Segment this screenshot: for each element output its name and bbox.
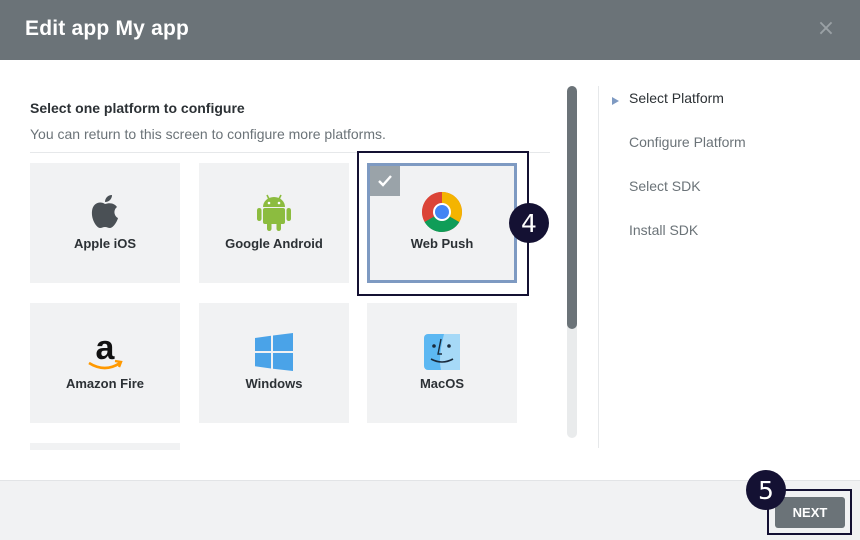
finder-icon [367, 331, 517, 373]
section-subtitle: You can return to this screen to configu… [30, 126, 386, 142]
modal-header: Edit app My app × [0, 0, 860, 60]
platform-tile-macos[interactable]: MacOS [367, 303, 517, 423]
annotation-badge: 4 [509, 203, 549, 243]
modal-footer [0, 480, 860, 540]
platform-tile-apple-ios[interactable]: Apple iOS [30, 163, 180, 283]
step-select-platform: Select Platform [629, 90, 724, 106]
divider [598, 86, 599, 448]
platform-tile-amazon-fire[interactable]: a Amazon Fire [30, 303, 180, 423]
platform-tile-windows[interactable]: Windows [199, 303, 349, 423]
section-title: Select one platform to configure [30, 100, 245, 116]
apple-icon [30, 191, 180, 233]
annotation-highlight-web-push [357, 151, 529, 296]
platform-label: Apple iOS [73, 236, 137, 251]
step-configure-platform: Configure Platform [629, 134, 746, 150]
platform-label: Google Android [225, 236, 323, 251]
caret-right-icon [612, 97, 619, 105]
modal-body: Select one platform to configure You can… [0, 60, 860, 480]
step-install-sdk: Install SDK [629, 222, 699, 238]
close-icon[interactable]: × [816, 18, 836, 40]
step-select-sdk: Select SDK [629, 178, 701, 194]
scrollbar-thumb[interactable] [567, 86, 577, 329]
svg-text:a: a [96, 331, 116, 367]
android-icon [199, 191, 349, 233]
modal-title: Edit app My app [25, 17, 190, 40]
amazon-icon: a [30, 331, 180, 373]
platform-label: MacOS [419, 376, 465, 391]
platform-tile-google-android[interactable]: Google Android [199, 163, 349, 283]
annotation-badge: 5 [746, 470, 786, 510]
windows-icon [199, 331, 349, 373]
platform-tile-partial[interactable] [30, 443, 180, 450]
next-button[interactable]: NEXT [775, 497, 845, 528]
platform-label: Windows [245, 376, 303, 391]
platform-label: Amazon Fire [65, 376, 144, 391]
